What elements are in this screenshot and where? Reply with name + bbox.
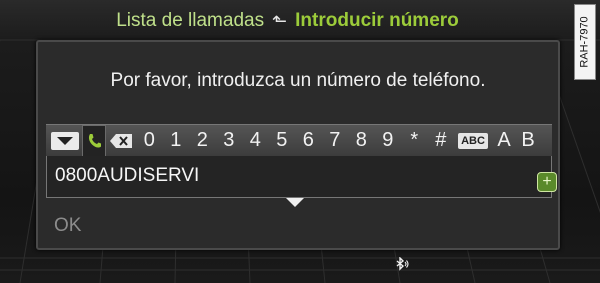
abc-mode-key[interactable]: ABC	[454, 126, 492, 156]
figure-tag: RAH-7970	[574, 4, 596, 80]
key-9[interactable]: 9	[375, 126, 402, 156]
header-breadcrumb: Lista de llamadas ⬑ Introducir número	[0, 6, 575, 36]
key-star[interactable]: *	[401, 126, 428, 156]
key-b[interactable]: B	[516, 126, 540, 156]
add-contact-icon[interactable]: +	[537, 172, 557, 192]
key-6[interactable]: 6	[295, 126, 322, 156]
back-arrow-icon: ⬑	[272, 10, 288, 31]
bluetooth-icon	[395, 256, 409, 274]
key-hash[interactable]: #	[428, 126, 455, 156]
key-8[interactable]: 8	[348, 126, 375, 156]
phone-number-input[interactable]: 0800AUDISERVI +	[46, 156, 557, 198]
backspace-icon	[110, 133, 132, 148]
ok-button[interactable]: OK	[54, 215, 81, 237]
bluetooth-audio-icon	[396, 256, 409, 271]
abc-label: ABC	[458, 132, 488, 149]
phone-icon	[88, 133, 101, 148]
delete-key[interactable]	[106, 126, 136, 156]
key-5[interactable]: 5	[269, 126, 296, 156]
speller-dropdown-button[interactable]	[48, 126, 82, 156]
dialog-prompt: Por favor, introduzca un número de teléf…	[110, 70, 486, 91]
selection-pointer-icon	[286, 198, 304, 207]
key-3[interactable]: 3	[216, 126, 243, 156]
page-title: Introducir número	[295, 10, 459, 31]
key-0[interactable]: 0	[136, 126, 163, 156]
chevron-down-icon	[51, 131, 79, 150]
speller-key-row: 0 1 2 3 4 5 6 7 8 9 * # ABC A B	[46, 124, 552, 157]
key-a[interactable]: A	[492, 126, 516, 156]
key-7[interactable]: 7	[322, 126, 349, 156]
key-2[interactable]: 2	[189, 126, 216, 156]
breadcrumb-previous[interactable]: Lista de llamadas	[116, 10, 264, 32]
key-4[interactable]: 4	[242, 126, 269, 156]
input-value: 0800AUDISERVI	[55, 165, 200, 186]
call-key[interactable]	[82, 124, 106, 157]
key-1[interactable]: 1	[163, 126, 190, 156]
number-entry-dialog: Por favor, introduzca un número de teléf…	[36, 40, 560, 250]
